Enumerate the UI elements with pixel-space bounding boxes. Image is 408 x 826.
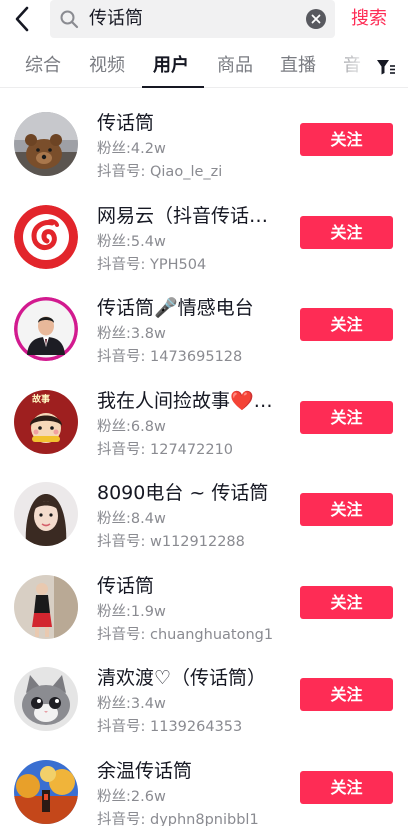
- follow-button[interactable]: 关注: [300, 308, 393, 341]
- tab-live[interactable]: 直播: [280, 53, 316, 79]
- search-input[interactable]: 传话筒: [50, 0, 335, 38]
- follower-count: 粉丝:5.4w: [97, 233, 166, 250]
- follow-button[interactable]: 关注: [300, 493, 393, 526]
- tab-comprehensive[interactable]: 综合: [25, 53, 61, 79]
- user-list-item[interactable]: 余温传话筒 粉丝:2.6w 抖音号: dyphn8pnibbl1 关注: [0, 738, 408, 826]
- follow-button[interactable]: 关注: [300, 400, 393, 434]
- user-list-item[interactable]: 故事 我在人间捡故事❤️… 粉丝:6.8w 抖音号: 127472210 关注: [0, 368, 408, 461]
- douyin-id: 抖音号: Qiao_le_zi: [97, 164, 223, 180]
- user-list-item[interactable]: 传话筒 粉丝:4.2w 抖音号: Qiao_le_zi 关注: [0, 90, 408, 183]
- search-button[interactable]: 搜索: [351, 7, 387, 31]
- follow-button[interactable]: 关注: [300, 770, 393, 804]
- active-tab-indicator: [142, 86, 204, 88]
- search-bar: 传话筒 搜索: [0, 0, 408, 40]
- user-list-item[interactable]: 传话筒🎤情感电台 粉丝:3.8w 抖音号: 1473695128 关注: [0, 275, 408, 368]
- autumn-street-icon[interactable]: [14, 759, 78, 824]
- back-button[interactable]: [8, 4, 36, 34]
- back-arrow-icon: [15, 6, 29, 32]
- user-list-item[interactable]: 网易云（抖音传话… 粉丝:5.4w 抖音号: YPH504 关注: [0, 183, 408, 276]
- follow-button[interactable]: 关注: [300, 678, 393, 711]
- filter-button[interactable]: [375, 57, 397, 77]
- cartoon-girl-icon[interactable]: 故事: [14, 389, 78, 454]
- user-name[interactable]: 传话筒: [97, 573, 287, 599]
- douyin-id: 抖音号: YPH504: [97, 256, 207, 273]
- douyin-id: 抖音号: dyphn8pnibbl1: [97, 811, 259, 826]
- filter-icon: [377, 60, 395, 75]
- category-tabs: 综合 视频 用户 商品 直播 音: [0, 48, 408, 88]
- woman-full-body-icon[interactable]: [14, 574, 78, 639]
- user-name[interactable]: 清欢渡♡（传话筒）: [97, 665, 287, 691]
- tab-products[interactable]: 商品: [217, 53, 253, 79]
- tab-users[interactable]: 用户: [153, 53, 189, 79]
- teddy-bear-icon[interactable]: [14, 112, 78, 176]
- user-result-list: 传话筒 粉丝:4.2w 抖音号: Qiao_le_zi 关注 网易云（抖音传话……: [0, 90, 408, 826]
- user-list-item[interactable]: 清欢渡♡（传话筒） 粉丝:3.4w 抖音号: 1139264353 关注: [0, 645, 408, 738]
- avatar-caption: 故事: [32, 394, 51, 405]
- follower-count: 粉丝:6.8w: [97, 418, 166, 435]
- user-name[interactable]: 传话筒🎤情感电台: [97, 295, 287, 321]
- follower-count: 粉丝:8.4w: [97, 511, 166, 527]
- douyin-id: 抖音号: 1139264353: [97, 719, 243, 735]
- follower-count: 粉丝:1.9w: [97, 603, 166, 620]
- search-icon: [60, 10, 79, 29]
- douyin-id: 抖音号: chuanghuatong1: [97, 626, 274, 643]
- user-list-item[interactable]: 8090电台 ~ 传话筒 粉丝:8.4w 抖音号: w112912288 关注: [0, 460, 408, 553]
- user-name[interactable]: 网易云（抖音传话…: [97, 203, 287, 229]
- follow-button[interactable]: 关注: [300, 585, 393, 619]
- netease-cloud-music-icon[interactable]: [14, 204, 78, 269]
- douyin-id: 抖音号: 127472210: [97, 441, 234, 458]
- user-name[interactable]: 传话筒: [97, 110, 287, 136]
- follower-count: 粉丝:3.4w: [97, 696, 166, 712]
- user-name[interactable]: 8090电台 ~ 传话筒: [97, 480, 287, 506]
- follow-button[interactable]: 关注: [300, 123, 393, 156]
- douyin-id: 抖音号: w112912288: [97, 534, 245, 550]
- tab-videos[interactable]: 视频: [89, 53, 125, 79]
- follower-count: 粉丝:4.2w: [97, 141, 166, 157]
- follower-count: 粉丝:3.8w: [97, 326, 166, 342]
- user-name[interactable]: 余温传话筒: [97, 758, 287, 784]
- tabs-fade-overlay: [330, 48, 370, 86]
- douyin-id: 抖音号: 1473695128: [97, 349, 243, 365]
- man-in-suit-icon[interactable]: [14, 297, 78, 361]
- follower-count: 粉丝:2.6w: [97, 788, 166, 805]
- clear-search-button[interactable]: [306, 9, 326, 29]
- cat-icon[interactable]: [14, 667, 78, 731]
- user-list-item[interactable]: 传话筒 粉丝:1.9w 抖音号: chuanghuatong1 关注: [0, 553, 408, 646]
- follow-button[interactable]: 关注: [300, 215, 393, 249]
- user-name[interactable]: 我在人间捡故事❤️…: [97, 388, 287, 414]
- close-icon: [311, 14, 321, 24]
- search-query: 传话筒: [89, 8, 143, 29]
- woman-portrait-icon[interactable]: [14, 482, 78, 546]
